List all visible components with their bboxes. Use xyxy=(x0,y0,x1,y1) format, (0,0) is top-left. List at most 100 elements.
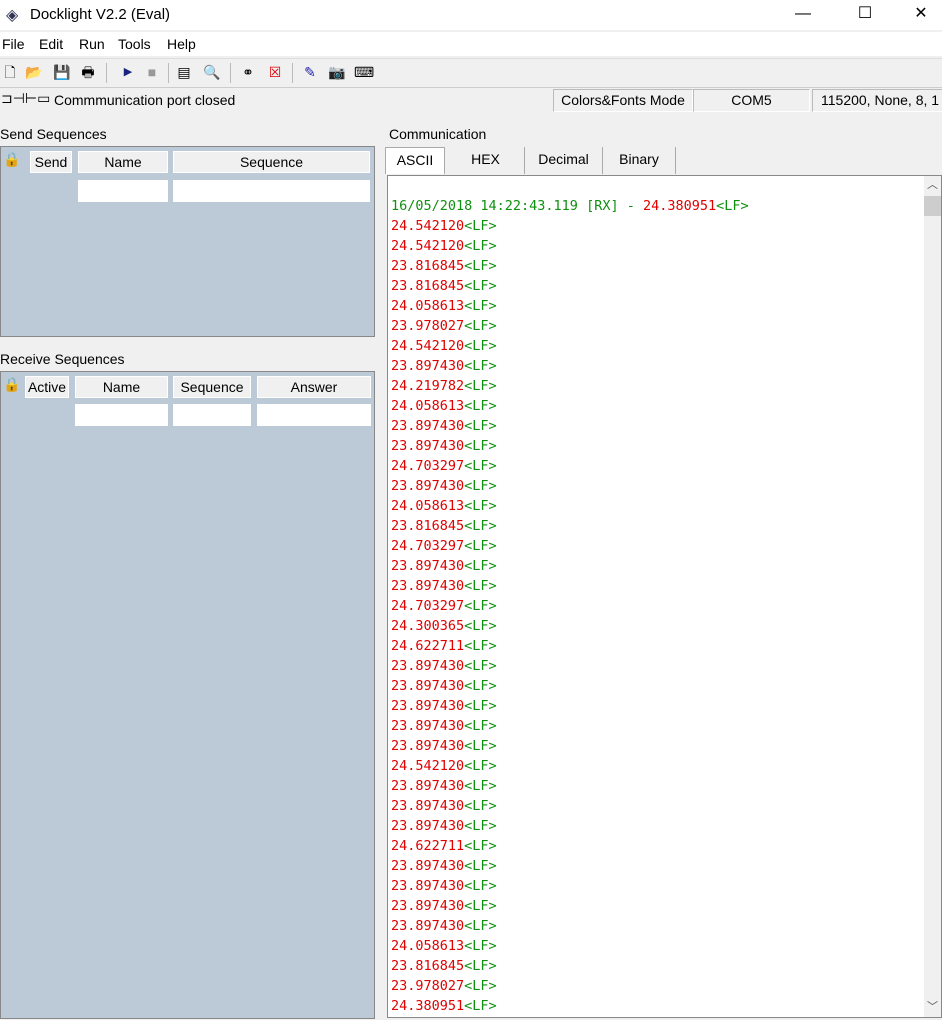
data-line: 24.380951<LF> xyxy=(391,998,497,1014)
rx-value: 23.897430 xyxy=(391,658,465,674)
separator xyxy=(168,63,169,83)
lf-marker: <LF> xyxy=(464,658,497,674)
lf-marker: <LF> xyxy=(464,938,497,954)
menu-file[interactable]: File xyxy=(2,36,25,52)
data-line: 24.058613<LF> xyxy=(391,938,497,954)
sequence-cell[interactable] xyxy=(173,404,251,426)
new-icon[interactable]: 🗋 xyxy=(0,62,20,82)
separator xyxy=(230,63,231,83)
data-line: 24.300365<LF> xyxy=(391,618,497,634)
data-line: 23.897430<LF> xyxy=(391,878,497,894)
name-cell[interactable] xyxy=(75,404,168,426)
menu-edit[interactable]: Edit xyxy=(39,36,63,52)
lf-marker: <LF> xyxy=(464,758,497,774)
tab-ascii[interactable]: ASCII xyxy=(385,147,445,174)
edit-icon[interactable]: ✎ xyxy=(300,62,320,82)
rx-value: 24.542120 xyxy=(391,338,465,354)
answer-cell[interactable] xyxy=(257,404,371,426)
data-line: 24.622711<LF> xyxy=(391,638,497,654)
lf-marker: <LF> xyxy=(464,638,497,654)
lf-marker: <LF> xyxy=(464,318,497,334)
communication-window[interactable]: 16/05/2018 14:22:43.119 [RX] - 24.380951… xyxy=(387,175,942,1018)
rx-header-line: 16/05/2018 14:22:43.119 [RX] - 24.380951… xyxy=(391,198,749,214)
data-line: 23.897430<LF> xyxy=(391,578,497,594)
timestamp: 16/05/2018 14:22:43.119 [RX] - xyxy=(391,198,643,214)
lf-marker: <LF> xyxy=(464,898,497,914)
data-line: 23.897430<LF> xyxy=(391,478,497,494)
col-send[interactable]: Send xyxy=(30,151,72,173)
maximize-button[interactable]: ☐ xyxy=(842,0,888,30)
keyboard-icon[interactable]: ⌨ xyxy=(354,62,374,82)
data-line: 24.219782<LF> xyxy=(391,378,497,394)
send-sequences-table[interactable]: 🔒 Send Name Sequence xyxy=(0,146,375,337)
com-port: COM5 xyxy=(693,89,810,112)
name-cell[interactable] xyxy=(78,180,168,202)
menu-help[interactable]: Help xyxy=(167,36,196,52)
scroll-thumb[interactable] xyxy=(924,196,941,216)
lf-marker: <LF> xyxy=(464,618,497,634)
tab-decimal[interactable]: Decimal xyxy=(525,147,603,174)
col-name[interactable]: Name xyxy=(78,151,168,173)
lf-marker: <LF> xyxy=(464,498,497,514)
stop-icon[interactable]: ■ xyxy=(142,62,162,82)
tab-hex[interactable]: HEX xyxy=(447,147,525,174)
col-name[interactable]: Name xyxy=(75,376,168,398)
menu-bar: File Edit Run Tools Help xyxy=(0,32,942,56)
open-icon[interactable]: 📂 xyxy=(24,62,44,82)
rx-value: 24.703297 xyxy=(391,598,465,614)
lf-marker: <LF> xyxy=(464,218,497,234)
rx-value: 24.542120 xyxy=(391,238,465,254)
clear-icon[interactable]: ☒ xyxy=(265,62,285,82)
lf-marker: <LF> xyxy=(716,198,749,214)
rx-value: 24.219782 xyxy=(391,378,465,394)
sequence-cell[interactable] xyxy=(173,180,370,202)
print-icon[interactable]: 🖶 xyxy=(78,62,98,82)
lf-marker: <LF> xyxy=(464,238,497,254)
snapshot-icon[interactable]: 📷 xyxy=(327,62,347,82)
rx-value: 23.897430 xyxy=(391,918,465,934)
col-sequence[interactable]: Sequence xyxy=(173,151,370,173)
find-icon[interactable]: ⚭ xyxy=(238,62,258,82)
scroll-down-arrow-icon[interactable]: ﹀ xyxy=(927,998,938,1014)
minimize-button[interactable]: — xyxy=(780,0,826,30)
scroll-up-arrow-icon[interactable]: ︿ xyxy=(927,176,938,192)
rx-value: 23.816845 xyxy=(391,958,465,974)
lf-marker: <LF> xyxy=(464,298,497,314)
vertical-scrollbar[interactable]: ︿ ﹀ xyxy=(924,176,941,1017)
rx-value: 23.816845 xyxy=(391,258,465,274)
rx-value: 24.703297 xyxy=(391,458,465,474)
col-sequence[interactable]: Sequence xyxy=(173,376,251,398)
rx-value: 23.897430 xyxy=(391,478,465,494)
rx-value: 24.380951 xyxy=(391,998,465,1014)
settings-icon[interactable]: ▤ xyxy=(174,62,194,82)
rx-value: 23.897430 xyxy=(391,898,465,914)
rx-value: 24.300365 xyxy=(391,618,465,634)
rx-value: 24.058613 xyxy=(391,398,465,414)
lf-marker: <LF> xyxy=(464,798,497,814)
options-icon[interactable]: 🔍 xyxy=(202,62,222,82)
col-active[interactable]: Active xyxy=(25,376,69,398)
receive-sequences-table[interactable]: 🔒 Active Name Sequence Answer xyxy=(0,371,375,1019)
status-message: Commmunication port closed xyxy=(54,92,236,108)
data-line: 23.897430<LF> xyxy=(391,858,497,874)
data-line: 23.897430<LF> xyxy=(391,898,497,914)
lf-marker: <LF> xyxy=(464,718,497,734)
data-line: 23.897430<LF> xyxy=(391,698,497,714)
rx-value: 23.897430 xyxy=(391,738,465,754)
menu-tools[interactable]: Tools xyxy=(118,36,151,52)
rx-value: 24.622711 xyxy=(391,838,465,854)
save-icon[interactable]: 💾 xyxy=(52,62,72,82)
communication-title: Communication xyxy=(389,126,487,142)
menu-run[interactable]: Run xyxy=(79,36,105,52)
rx-value: 23.897430 xyxy=(391,578,465,594)
lf-marker: <LF> xyxy=(464,878,497,894)
lf-marker: <LF> xyxy=(464,538,497,554)
close-button[interactable]: ✕ xyxy=(898,0,942,30)
tab-binary[interactable]: Binary xyxy=(603,147,676,174)
lf-marker: <LF> xyxy=(464,558,497,574)
run-icon[interactable]: ▶ xyxy=(118,62,138,82)
lf-marker: <LF> xyxy=(464,678,497,694)
col-answer[interactable]: Answer xyxy=(257,376,371,398)
lf-marker: <LF> xyxy=(464,838,497,854)
lf-marker: <LF> xyxy=(464,458,497,474)
